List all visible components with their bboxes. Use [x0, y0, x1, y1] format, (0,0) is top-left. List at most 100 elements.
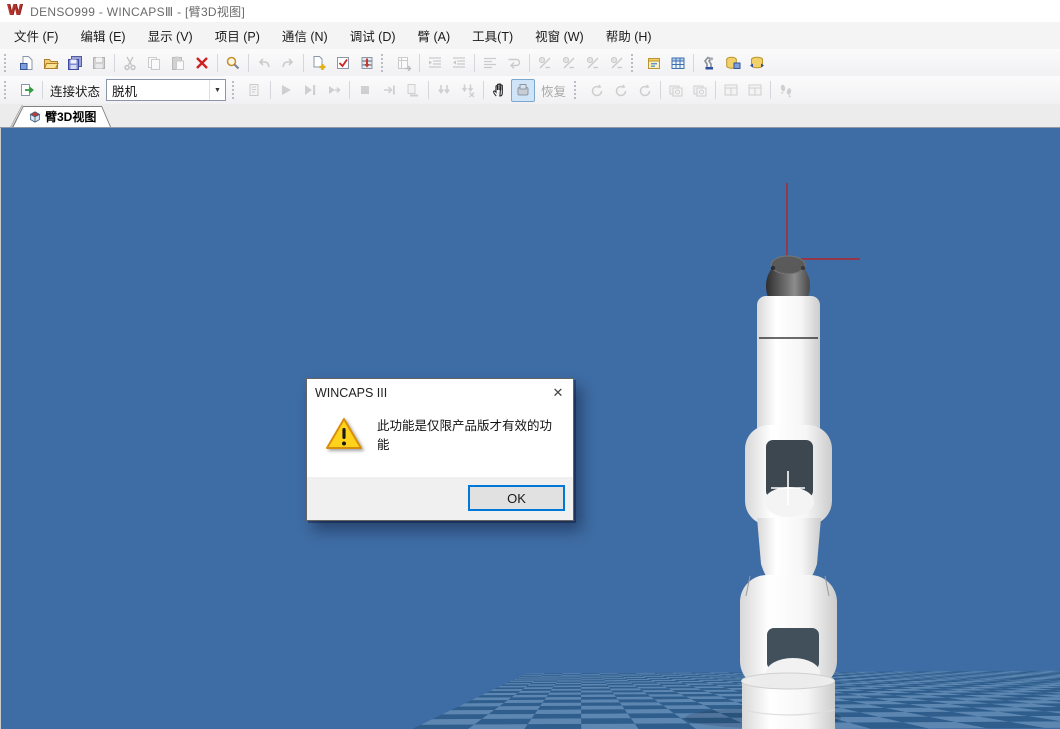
menu-item-8[interactable]: 视窗 (W): [524, 22, 595, 49]
toolbar-separator: [270, 81, 271, 99]
dialog-titlebar[interactable]: WINCAPS III ✕: [307, 379, 573, 406]
toolbar-separator: [770, 81, 771, 99]
step-down-icon: [432, 79, 456, 102]
speed-limit-icon[interactable]: [511, 79, 535, 102]
toolbar-separator: [474, 54, 475, 72]
menu-bar: 文件 (F)编辑 (E)显示 (V)项目 (P)通信 (N)调试 (D)臂 (A…: [0, 22, 1060, 49]
chevron-down-icon[interactable]: ▼: [209, 80, 225, 100]
toolbar-separator: [419, 54, 420, 72]
new-file-icon[interactable]: [15, 51, 39, 74]
form-editor-icon[interactable]: [642, 51, 666, 74]
indent-icon: [423, 51, 447, 74]
toolbar-separator: [303, 54, 304, 72]
dialog-message: 此功能是仅限产品版才有效的功能: [377, 417, 563, 451]
window-title: DENSO999 - WINCAPSⅢ - [臂3D视图]: [30, 3, 245, 20]
tab-strip: 臂3D视图: [0, 104, 1060, 128]
undo-icon: [252, 51, 276, 74]
hand-icon[interactable]: [487, 79, 511, 102]
menu-item-3[interactable]: 项目 (P): [204, 22, 271, 49]
stop-line-icon: [377, 79, 401, 102]
export-table-icon: [392, 51, 416, 74]
toolbar-grip[interactable]: [381, 54, 389, 72]
menu-item-5[interactable]: 调试 (D): [339, 22, 407, 49]
database-icon[interactable]: [721, 51, 745, 74]
cut-icon: [118, 51, 142, 74]
tab-arm-3d-view-content[interactable]: 臂3D视图: [12, 106, 112, 127]
delete-icon[interactable]: [190, 51, 214, 74]
search-icon[interactable]: [221, 51, 245, 74]
connection-mode-value: 脱机: [107, 81, 137, 100]
toolbar-grip[interactable]: [4, 54, 12, 72]
connection-mode-select[interactable]: 脱机 ▼: [106, 79, 226, 101]
toolbar-connection-debug: 连接状态脱机 ▼ 恢复: [0, 76, 1060, 105]
redo-icon: [276, 51, 300, 74]
save-icon: [87, 51, 111, 74]
robot-panel-icon[interactable]: [697, 51, 721, 74]
stop-doc-icon: [401, 79, 425, 102]
bp-clear-icon: [605, 51, 629, 74]
menu-item-2[interactable]: 显示 (V): [137, 22, 204, 49]
tab-label: 臂3D视图: [45, 108, 96, 125]
add-item-icon[interactable]: [307, 51, 331, 74]
footsteps-icon: [774, 79, 798, 102]
play-end-icon: [298, 79, 322, 102]
import-items-icon[interactable]: [355, 51, 379, 74]
window-pair-icon: [719, 79, 743, 102]
menu-item-4[interactable]: 通信 (N): [271, 22, 339, 49]
close-icon[interactable]: ✕: [543, 381, 573, 405]
play-branch-icon: [322, 79, 346, 102]
play-icon: [274, 79, 298, 102]
open-folder-icon[interactable]: [39, 51, 63, 74]
3d-viewport[interactable]: WINCAPS III ✕ 此功能是仅限产品版才有效的功能 OK: [0, 128, 1060, 729]
bp-enable-icon: [557, 51, 581, 74]
menu-item-0[interactable]: 文件 (F): [3, 22, 69, 49]
menu-item-6[interactable]: 臂 (A): [407, 22, 462, 49]
toolbar-separator: [428, 81, 429, 99]
io-variables-icon[interactable]: [745, 51, 769, 74]
revert-line-icon: [502, 51, 526, 74]
wincaps-message-dialog: WINCAPS III ✕ 此功能是仅限产品版才有效的功能 OK: [306, 378, 574, 521]
toolbar-separator: [114, 54, 115, 72]
title-bar: W DENSO999 - WINCAPSⅢ - [臂3D视图]: [0, 0, 1060, 23]
connection-status-label: 连接状态: [50, 81, 100, 100]
transfer-doc-icon: [243, 79, 267, 102]
toolbar-grip[interactable]: [232, 81, 240, 99]
window-pair-b-icon: [743, 79, 767, 102]
menu-item-7[interactable]: 工具(T): [461, 22, 524, 49]
paste-icon: [166, 51, 190, 74]
bp-disable-icon: [581, 51, 605, 74]
toolbar-separator: [660, 81, 661, 99]
outdent-icon: [447, 51, 471, 74]
toolbar-grip[interactable]: [574, 81, 582, 99]
reset-c-icon: [633, 79, 657, 102]
menu-item-1[interactable]: 编辑 (E): [69, 22, 136, 49]
toolbar-separator: [693, 54, 694, 72]
toolbar-separator: [483, 81, 484, 99]
align-icon: [478, 51, 502, 74]
toolbar-separator: [248, 54, 249, 72]
step-down-x-icon: [456, 79, 480, 102]
toolbar-grip[interactable]: [4, 81, 12, 99]
reset-a-icon: [585, 79, 609, 102]
ok-button[interactable]: OK: [468, 485, 565, 511]
reset-b-icon: [609, 79, 633, 102]
app-logo: W: [7, 0, 22, 22]
camera-frame-icon: [664, 79, 688, 102]
toolbar-standard: [0, 49, 1060, 77]
dialog-footer: OK: [307, 477, 573, 520]
save-all-icon[interactable]: [63, 51, 87, 74]
toolbar-grip[interactable]: [631, 54, 639, 72]
menu-item-9[interactable]: 帮助 (H): [595, 22, 663, 49]
check-item-icon[interactable]: [331, 51, 355, 74]
toolbar-separator: [349, 81, 350, 99]
recover-button: 恢复: [535, 81, 572, 100]
toolbar-separator: [217, 54, 218, 72]
data-grid-icon[interactable]: [666, 51, 690, 74]
dialog-title: WINCAPS III: [307, 386, 387, 400]
cube-3d-icon: [28, 110, 42, 124]
stop-icon: [353, 79, 377, 102]
warning-icon: [325, 417, 363, 451]
toolbar-separator: [715, 81, 716, 99]
connect-state-icon[interactable]: [15, 79, 39, 102]
camera-frame-b-icon: [688, 79, 712, 102]
